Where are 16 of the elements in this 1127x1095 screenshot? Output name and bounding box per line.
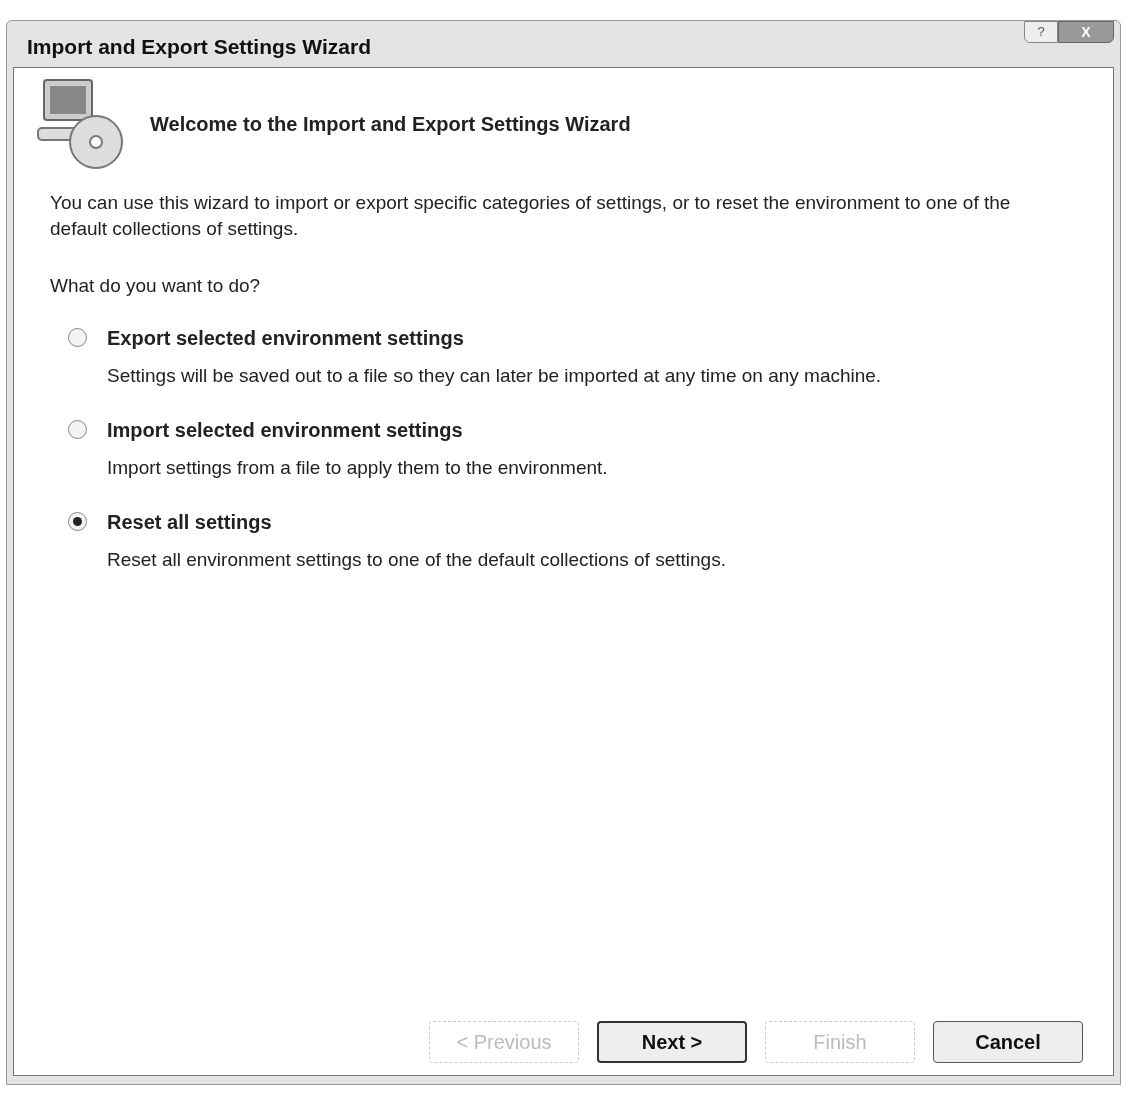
wizard-heading: Welcome to the Import and Export Settings Wizard [150,112,631,137]
intro-text: You can use this wizard to import or export specific categories of settings, or to reset the environment to one of the default collections of settings. [50,191,1012,241]
window-title: Import and Export Settings Wizard [27,34,371,60]
dialog-button[interactable]: Cancel [933,1021,1083,1063]
option-description: Reset all environment settings to one of the default collections of settings. [107,547,727,572]
option-label[interactable]: Reset all settings [107,506,272,537]
radio-button[interactable] [68,512,87,531]
option-description: Settings will be saved out to a file so they can later be imported at any time on any machine. [107,363,883,388]
dialog-button[interactable]: Next > [597,1021,747,1063]
question-text: What do you want to do? [50,274,262,298]
radio-button[interactable] [68,328,87,347]
help-button[interactable]: ? [1024,21,1058,43]
radio-button[interactable] [68,420,87,439]
option-description: Import settings from a file to apply them to the environment. [107,455,609,480]
option-label[interactable]: Export selected environment settings [107,322,464,353]
option-label[interactable]: Import selected environment settings [107,414,463,445]
